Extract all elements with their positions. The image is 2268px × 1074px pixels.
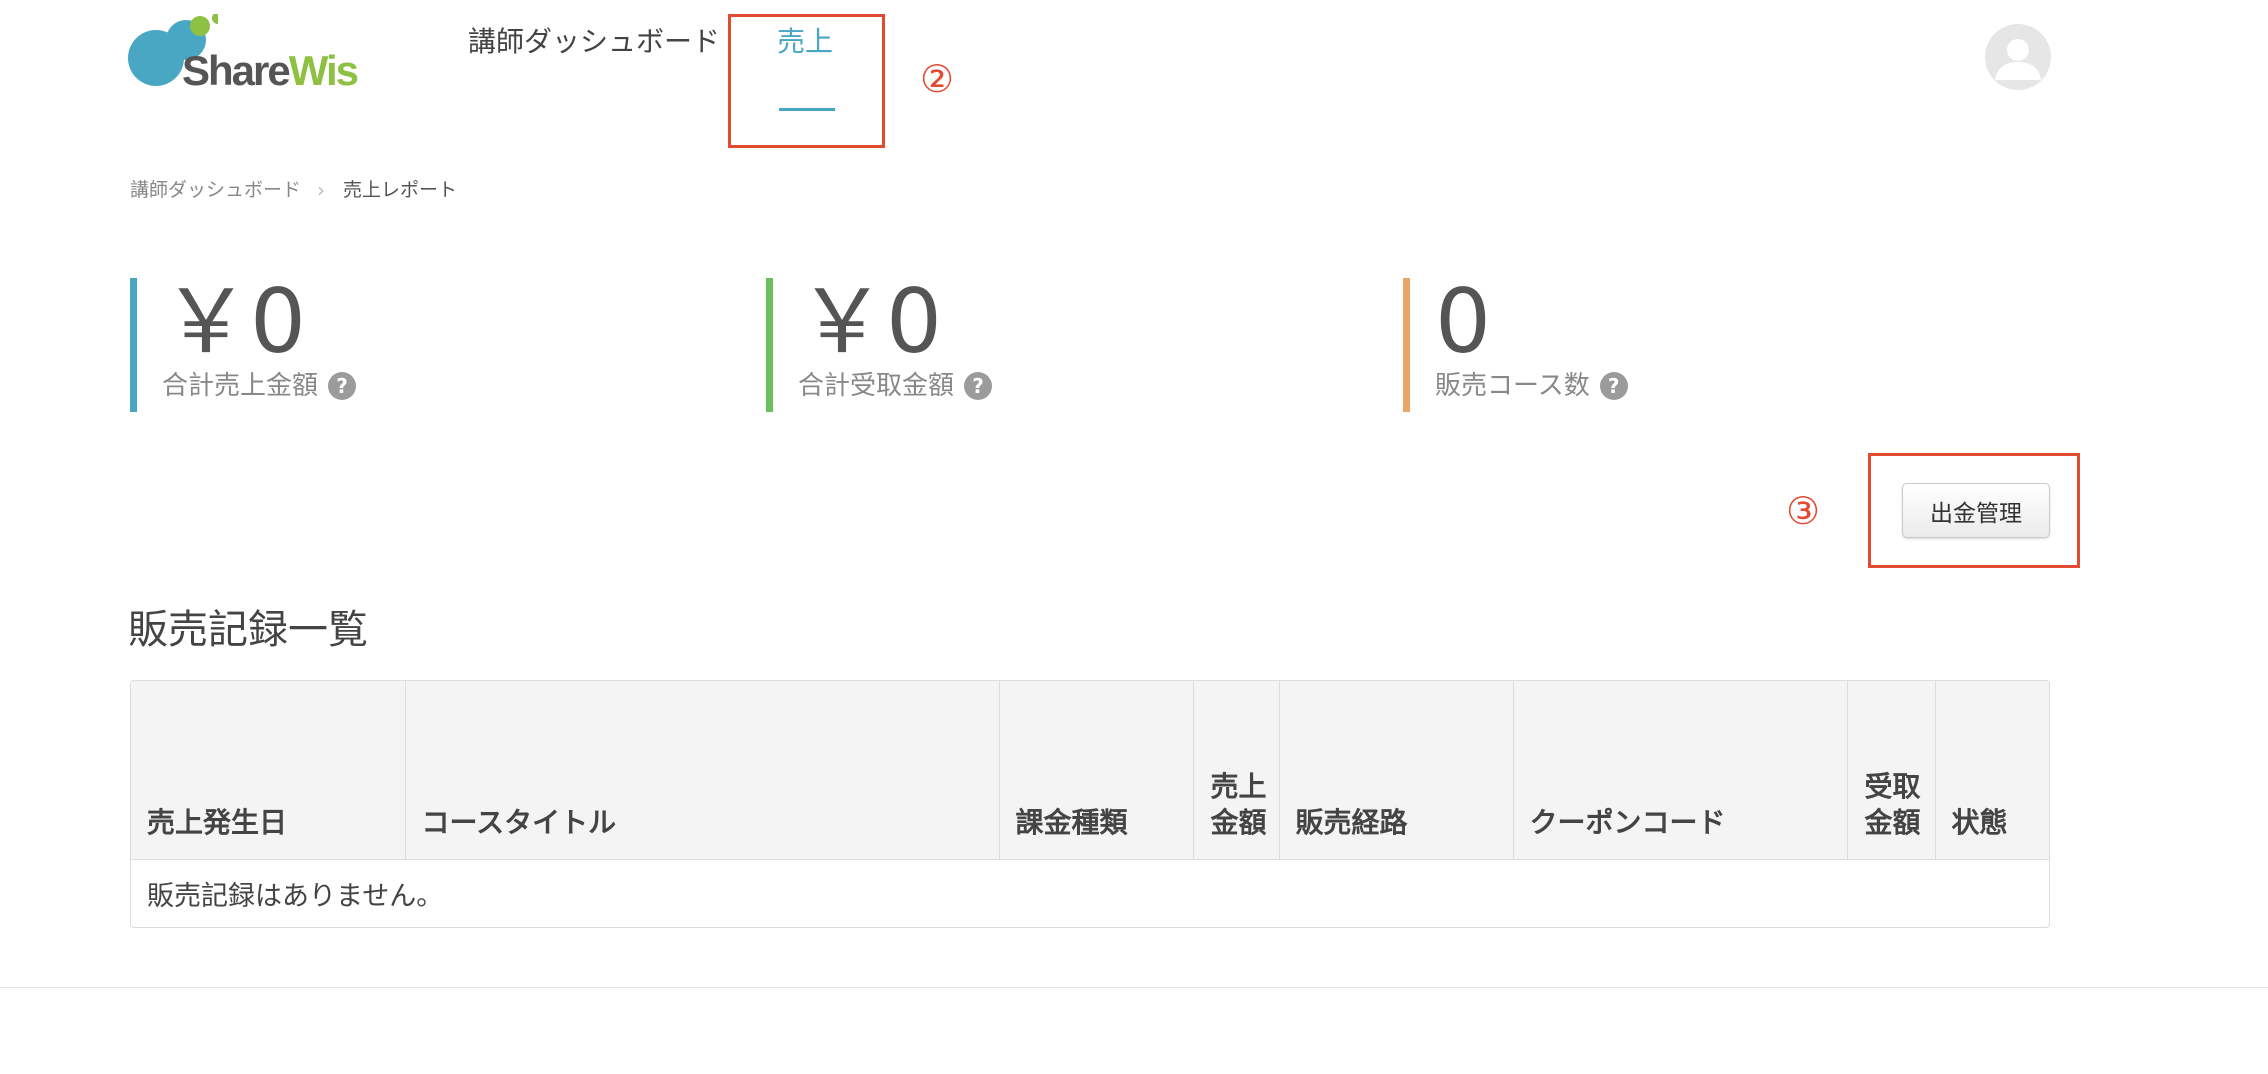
column-header-received-amount: 受取金額 [1847,681,1936,860]
stat-courses-sold-label: 販売コース数 [1435,371,1590,401]
stat-courses-sold-value: 0 [1435,270,1491,373]
annotation-box-2 [728,14,885,148]
sales-records-title: 販売記録一覧 [128,607,368,653]
column-header-sales-channel: 販売経路 [1279,681,1514,860]
annotation-number-3: ③ [1786,489,1821,533]
logo-text: ShareWis [182,47,359,94]
footer-divider [0,987,2268,988]
help-icon[interactable]: ? [964,372,993,400]
column-header-course-title: コースタイトル [405,681,1000,860]
breadcrumb-separator-icon: › [317,178,326,202]
empty-table-message: 販売記録はありません。 [147,880,444,912]
column-header-sales-amount: 売上金額 [1193,681,1280,860]
breadcrumb: 講師ダッシュボード › 売上レポート [130,180,457,200]
breadcrumb-current: 売上レポート [343,178,458,201]
column-header-sales-date: 売上発生日 [131,681,406,860]
sharewis-logo[interactable]: ShareWis [128,14,388,100]
stat-courses-sold: 0 販売コース数 ? [1403,278,1628,412]
stat-total-received-value: ￥0 [798,270,942,373]
help-icon[interactable]: ? [328,372,357,400]
column-header-status: 状態 [1935,681,2049,860]
stat-total-sales-label-row: 合計売上金額 ? [162,371,357,401]
user-avatar[interactable] [1985,24,2051,90]
column-header-coupon-code: クーポンコード [1513,681,1848,860]
breadcrumb-dashboard-link[interactable]: 講師ダッシュボード [130,180,301,200]
stat-courses-sold-label-row: 販売コース数 ? [1435,372,1628,400]
column-header-billing-type: 課金種類 [999,681,1194,860]
table-row: 販売記録はありません。 [131,859,2049,927]
stat-total-sales-label: 合計売上金額 [162,371,319,401]
sales-records-table: 売上発生日 コースタイトル 課金種類 売上金額 販売経路 クーポンコード 受取金… [130,680,2050,928]
stat-total-received: ￥0 合計受取金額 ? [766,270,993,412]
annotation-number-2: ② [920,57,955,101]
withdrawal-management-button[interactable]: 出金管理 [1902,483,2050,538]
nav-instructor-dashboard[interactable]: 講師ダッシュボード [468,28,720,56]
table-header-row: 売上発生日 コースタイトル 課金種類 売上金額 販売経路 クーポンコード 受取金… [131,681,2049,860]
stat-total-sales: ￥0 合計売上金額 ? [130,270,357,412]
stat-total-received-label-row: 合計受取金額 ? [798,371,993,401]
stat-total-received-label: 合計受取金額 [798,371,955,401]
user-icon [1995,39,2041,80]
help-icon[interactable]: ? [1599,372,1628,400]
stat-total-sales-value: ￥0 [162,270,306,373]
